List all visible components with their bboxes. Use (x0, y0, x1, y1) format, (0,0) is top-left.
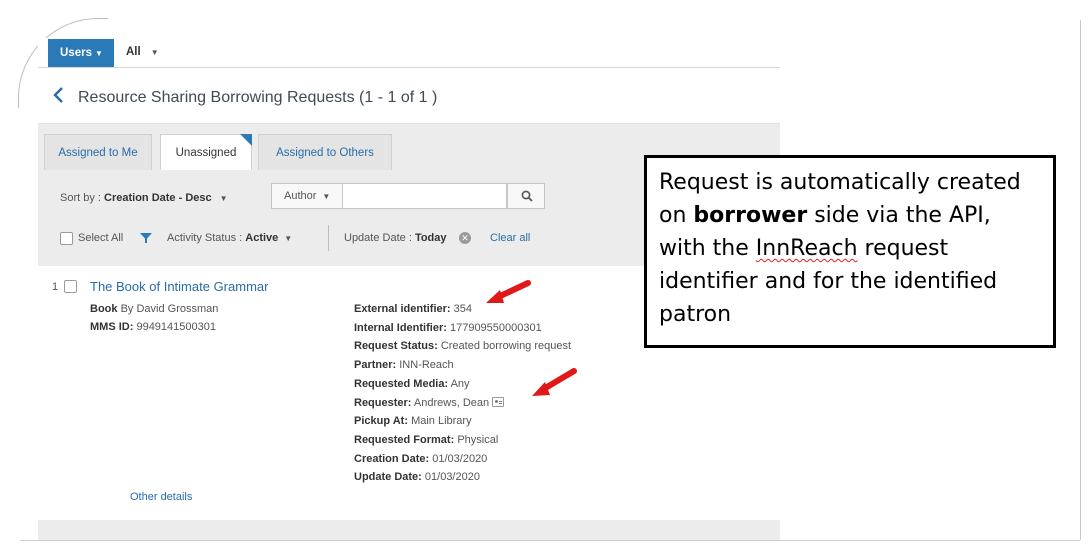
page-header: Resource Sharing Borrowing Requests (1 -… (38, 68, 780, 124)
page-title: Resource Sharing Borrowing Requests (1 -… (78, 89, 438, 106)
search-button[interactable] (507, 183, 545, 209)
annotation-arrow-icon (486, 280, 531, 303)
field-value: 354 (453, 303, 472, 315)
callout-line: identifier and for the identified (659, 269, 998, 294)
record-type-line: Book By David Grossman (90, 300, 218, 318)
mms-id-line: MMS ID: 9949141500301 (90, 318, 218, 336)
tab-label: Unassigned (175, 147, 237, 159)
field-value: Main Library (411, 415, 472, 428)
callout-bold-text: borrower (693, 203, 808, 228)
field-value: 177909550000301 (449, 321, 542, 334)
search-scope-select[interactable]: All ▼ (126, 46, 159, 58)
sort-prefix: Sort by : (60, 192, 101, 204)
screenshot-frame-edge (20, 540, 1080, 541)
field-label: Requester: (354, 396, 412, 409)
activity-prefix: Activity Status : (167, 232, 243, 244)
filter-icon[interactable] (140, 232, 152, 244)
field-label: External identifier: (354, 303, 451, 315)
tab-unassigned[interactable]: Unassigned (160, 134, 252, 171)
update-value: Today (414, 232, 447, 244)
screenshot-frame-edge (1080, 20, 1081, 540)
other-details-link[interactable]: Other details (130, 491, 192, 503)
sort-dropdown[interactable]: Sort by : Creation Date - Desc ▼ (60, 192, 228, 204)
field-update-date: Update Date: 01/03/2020 (354, 468, 571, 487)
field-requested-format: Requested Format: Physical (354, 431, 571, 450)
field-label: Creation Date: (354, 452, 430, 465)
field-label: Request Status: (354, 340, 438, 353)
field-value: Created borrowing request (440, 340, 572, 353)
active-tab-marker-icon (240, 134, 252, 146)
callout-text: side via the API, (814, 203, 991, 228)
field-label: Pickup At: (354, 415, 408, 428)
field-internal-identifier: Internal Identifier: 177909550000301 (354, 319, 571, 338)
tab-assigned-to-others[interactable]: Assigned to Others (258, 134, 392, 170)
caret-down-icon: ▼ (94, 49, 103, 58)
callout-line: patron (659, 302, 732, 327)
field-value: Physical (457, 433, 499, 446)
field-value: Andrews, Dean (413, 396, 490, 409)
field-label: Requested Format: (354, 433, 455, 446)
select-all-checkbox[interactable] (60, 232, 73, 245)
record-bib-info: Book By David Grossman MMS ID: 994914150… (90, 300, 218, 336)
callout-text: request (864, 236, 949, 261)
activity-status-filter[interactable]: Activity Status : Active ▼ (167, 232, 292, 244)
row-select-checkbox[interactable] (64, 280, 77, 293)
users-label: Users (60, 47, 92, 59)
row-index: 1 (52, 281, 59, 293)
field-label: Update Date: (354, 471, 422, 484)
annotation-callout: Request is automatically created on borr… (644, 155, 1056, 348)
field-value: 01/03/2020 (424, 471, 480, 484)
remove-filter-icon[interactable]: ✕ (459, 232, 471, 244)
sort-value: Creation Date - Desc (104, 192, 212, 204)
mms-id-value: 9949141500301 (136, 321, 216, 333)
tab-assigned-to-me[interactable]: Assigned to Me (44, 134, 152, 170)
field-label: Requested Media: (354, 377, 449, 390)
field-external-identifier: External identifier: 354 (354, 300, 571, 319)
search-field-dropdown[interactable]: Author ▼ (271, 183, 343, 209)
mms-id-label: MMS ID: (90, 321, 134, 333)
user-card-icon[interactable] (492, 396, 505, 407)
caret-down-icon: ▼ (219, 194, 228, 203)
chevron-left-icon[interactable] (52, 86, 66, 104)
field-value: 01/03/2020 (432, 452, 488, 465)
activity-value: Active (245, 232, 279, 244)
record-title-link[interactable]: The Book of Intimate Grammar (90, 279, 268, 294)
record-type: Book (90, 303, 118, 315)
field-label: Internal Identifier: (354, 321, 447, 334)
field-request-status: Request Status: Created borrowing reques… (354, 337, 571, 356)
divider (328, 225, 329, 251)
callout-line: on borrower side via the API, (659, 199, 1041, 232)
callout-line: Request is automatically created (659, 170, 1021, 195)
scope-label: All (126, 46, 141, 58)
callout-text: with the (659, 236, 749, 261)
select-all-label: Select All (78, 232, 124, 244)
caret-down-icon: ▼ (284, 234, 293, 243)
search-icon (521, 190, 533, 202)
annotation-arrow-icon (532, 368, 577, 396)
caret-down-icon: ▼ (322, 192, 331, 201)
field-value: INN-Reach (399, 359, 454, 372)
clear-all-link[interactable]: Clear all (490, 232, 530, 244)
top-search-bar: Users ▼ All ▼ (38, 38, 780, 68)
record-author: By David Grossman (120, 303, 219, 315)
search-type-users-button[interactable]: Users ▼ (48, 39, 114, 67)
callout-text: on (659, 203, 687, 228)
callout-line: with the InnReach request (659, 232, 1041, 265)
field-creation-date: Creation Date: 01/03/2020 (354, 450, 571, 469)
field-value: Any (450, 377, 470, 390)
search-input[interactable] (343, 183, 507, 209)
search-field-label: Author (284, 190, 317, 202)
field-pickup-at: Pickup At: Main Library (354, 412, 571, 431)
update-prefix: Update Date : (344, 232, 412, 244)
caret-down-icon: ▼ (150, 48, 159, 57)
field-label: Partner: (354, 359, 397, 372)
callout-spellcheck-text: InnReach (755, 236, 858, 261)
update-date-filter: Update Date : Today (344, 232, 447, 244)
